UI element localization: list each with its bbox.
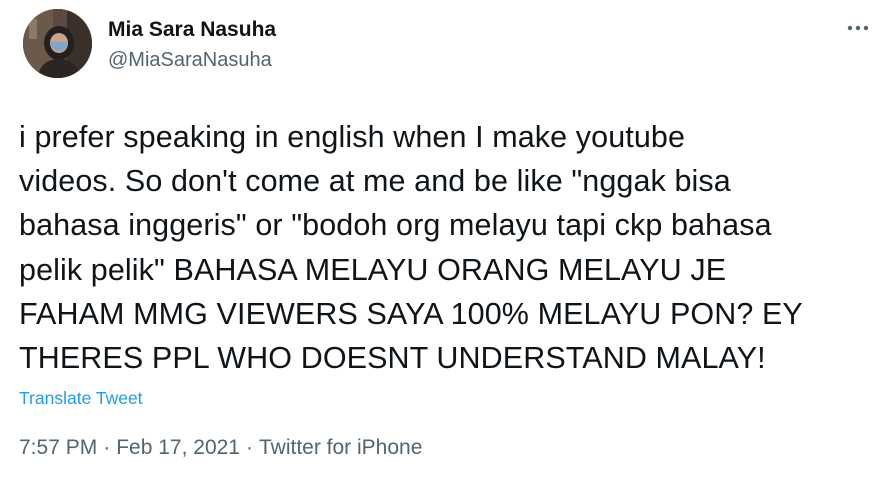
separator-dot: · <box>245 436 253 459</box>
author-display-name[interactable]: Mia Sara Nasuha <box>108 18 276 42</box>
avatar[interactable] <box>23 9 92 78</box>
tweet-date[interactable]: Feb 17, 2021 <box>116 436 240 459</box>
tweet-time[interactable]: 7:57 PM <box>19 436 97 459</box>
tweet-card: Mia Sara Nasuha @MiaSaraNasuha i prefer … <box>0 0 895 484</box>
author-handle[interactable]: @MiaSaraNasuha <box>108 49 272 72</box>
tweet-text: i prefer speaking in english when I make… <box>19 120 803 376</box>
avatar-image <box>23 9 92 78</box>
translate-tweet-link[interactable]: Translate Tweet <box>19 388 143 409</box>
separator-dot: · <box>103 436 111 459</box>
tweet-source[interactable]: Twitter for iPhone <box>259 436 422 459</box>
tweet-metadata: 7:57 PM · Feb 17, 2021 · Twitter for iPhone <box>19 436 422 460</box>
more-horizontal-icon[interactable] <box>844 16 872 40</box>
